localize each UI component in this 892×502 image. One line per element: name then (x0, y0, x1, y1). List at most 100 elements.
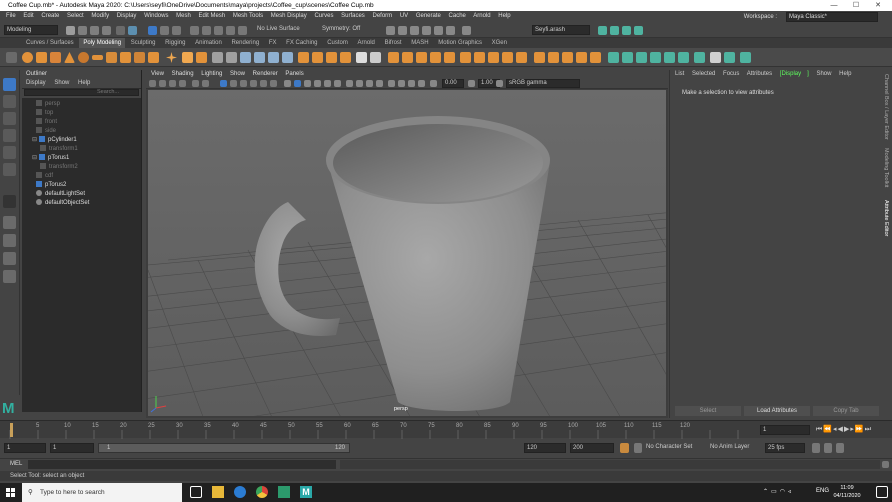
close-button[interactable]: ✕ (868, 0, 888, 11)
outliner-item-transform1[interactable]: transform1 (40, 145, 78, 154)
fill-hole-icon[interactable] (430, 52, 441, 63)
field-chart-icon[interactable] (260, 80, 267, 87)
outliner-menu-display[interactable]: Display (26, 80, 46, 86)
end-time-field[interactable]: 200 (570, 443, 614, 453)
isolate-select-icon[interactable] (388, 80, 395, 87)
outliner-item-cdf[interactable]: cdf (36, 172, 53, 181)
shelf-tab-custom[interactable]: Custom (323, 38, 352, 48)
playhead[interactable] (10, 423, 13, 437)
triangulate-icon[interactable] (502, 52, 513, 63)
menu-arnold[interactable]: Arnold (473, 13, 490, 19)
uv-editor-icon[interactable] (534, 52, 545, 63)
snap-edge-icon[interactable] (226, 26, 235, 35)
open-scene-icon[interactable] (66, 26, 75, 35)
arnold-render-icon[interactable] (434, 26, 443, 35)
copy-tab-button[interactable]: Copy Tab (813, 406, 879, 416)
go-to-end-icon[interactable]: ⏭ (865, 426, 872, 433)
outliner-layout-icon[interactable] (3, 270, 16, 283)
offset-edge-loop-icon[interactable] (402, 52, 413, 63)
edge-browser-icon[interactable] (234, 486, 246, 498)
live-surface-field[interactable]: No Live Surface (255, 25, 315, 35)
outliner-menu-help[interactable]: Help (78, 80, 90, 86)
select-button[interactable]: Select (675, 406, 741, 416)
collapse-icon[interactable] (488, 52, 499, 63)
cleanup-icon[interactable] (694, 52, 705, 63)
bookmark-icon[interactable] (169, 80, 176, 87)
persp-graph-layout-icon[interactable] (3, 252, 16, 265)
collapse-icon[interactable]: ⊟ (32, 137, 37, 143)
ipr-render-icon[interactable] (398, 26, 407, 35)
shadows-icon[interactable] (334, 80, 341, 87)
attr-menu-help[interactable]: Help (839, 71, 851, 77)
hypershade-icon[interactable] (422, 26, 431, 35)
viewport-menu-view[interactable]: View (151, 71, 164, 77)
mode-dropdown[interactable]: Modeling (4, 25, 58, 35)
render-frame-icon[interactable] (386, 26, 395, 35)
file-explorer-icon[interactable] (212, 486, 224, 498)
step-back-key-icon[interactable]: ⏪ (823, 426, 833, 433)
start-time-field[interactable]: 1 (4, 443, 46, 453)
rotate-tool-icon[interactable] (3, 146, 16, 159)
tab-channel-box[interactable]: Channel Box / Layer Editor (883, 74, 889, 140)
use-all-lights-icon[interactable] (324, 80, 331, 87)
paint-select-tool-icon[interactable] (3, 112, 16, 125)
gamma-icon[interactable] (468, 80, 475, 87)
shelf-tab-sculpting[interactable]: Sculpting (127, 38, 160, 48)
poly-cylinder-icon[interactable] (50, 52, 61, 63)
selection-mask-icon[interactable] (148, 26, 157, 35)
text-icon[interactable] (182, 52, 193, 63)
select-camera-icon[interactable] (149, 80, 156, 87)
poly-helix-icon[interactable] (148, 52, 159, 63)
key-icon[interactable] (634, 443, 642, 453)
quadrangulate-icon[interactable] (516, 52, 527, 63)
camera-attributes-icon[interactable] (159, 80, 166, 87)
volume-icon[interactable]: ◃ (788, 489, 794, 495)
attr-menu-show[interactable]: Show (816, 71, 831, 77)
redo-icon[interactable] (102, 26, 111, 35)
face-normals-icon[interactable] (622, 52, 633, 63)
outliner-item-defaultobjectset[interactable]: defaultObjectSet (36, 199, 89, 208)
combine-icon[interactable] (212, 52, 223, 63)
snap-curve-icon[interactable] (172, 26, 181, 35)
menu-mesh-display[interactable]: Mesh Display (271, 13, 307, 19)
smooth-shade-icon[interactable] (294, 80, 301, 87)
attribute-editor-icon[interactable] (622, 26, 631, 35)
user-account[interactable]: Seyfi.arash (532, 25, 590, 35)
reverse-normals-icon[interactable] (636, 52, 647, 63)
four-view-layout-icon[interactable] (3, 216, 16, 229)
boolean-intersection-icon[interactable] (282, 52, 293, 63)
viewport-menu-lighting[interactable]: Lighting (201, 71, 222, 77)
wifi-icon[interactable]: ◠ (780, 489, 788, 495)
tool-settings-icon[interactable] (634, 26, 643, 35)
poly-cube-icon[interactable] (36, 52, 47, 63)
menu-uv[interactable]: UV (400, 13, 408, 19)
boolean-difference-icon[interactable] (268, 52, 279, 63)
film-gate-icon[interactable] (230, 80, 237, 87)
boolean-union-icon[interactable] (254, 52, 265, 63)
svg-icon[interactable] (196, 52, 207, 63)
shelf-gear-icon[interactable] (6, 52, 17, 63)
mirror-icon[interactable] (298, 52, 309, 63)
freeze-transform-icon[interactable] (724, 52, 735, 63)
command-input[interactable] (28, 460, 336, 469)
color-space-dropdown[interactable]: sRGB gamma (506, 79, 580, 88)
render-settings-icon[interactable] (410, 26, 419, 35)
select-tool-icon[interactable] (3, 78, 16, 91)
reduce-icon[interactable] (460, 52, 471, 63)
menu-surfaces[interactable]: Surfaces (341, 13, 365, 19)
save-scene-icon[interactable] (78, 26, 87, 35)
collapse-icon[interactable]: ⊟ (32, 155, 37, 161)
bridge-icon[interactable] (326, 52, 337, 63)
tab-attribute-editor[interactable]: Attribute Editor (883, 200, 889, 236)
chrome-browser-icon[interactable] (256, 486, 268, 498)
platonic-solid-icon[interactable] (120, 52, 131, 63)
center-pivot-icon[interactable] (740, 52, 751, 63)
outliner-search-input[interactable]: Search... (24, 89, 139, 96)
shelf-tab-animation[interactable]: Animation (191, 38, 226, 48)
playback-start-field[interactable]: 1 (50, 443, 94, 453)
outliner-item-top[interactable]: top (36, 109, 53, 118)
shelf-tab-fx[interactable]: FX (265, 38, 281, 48)
menu-edit-mesh[interactable]: Edit Mesh (198, 13, 225, 19)
poly-sphere-icon[interactable] (22, 52, 33, 63)
move-tool-icon[interactable] (3, 129, 16, 142)
